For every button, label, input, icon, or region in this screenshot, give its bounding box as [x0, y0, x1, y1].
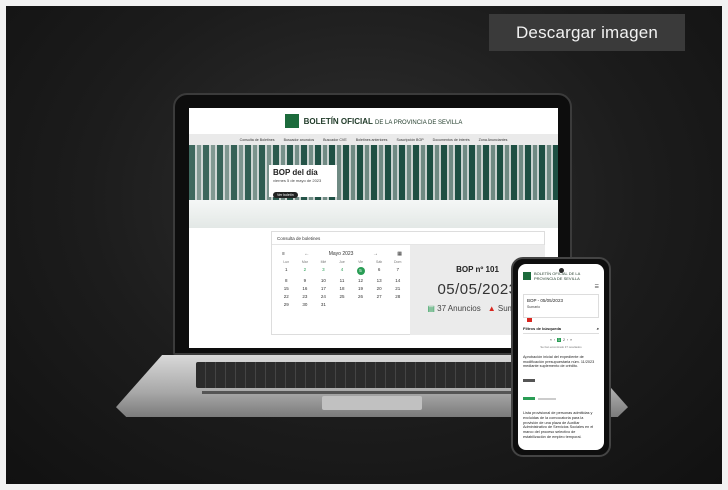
nav-item-documentos[interactable]: Documentos de interés — [433, 138, 470, 142]
calendar-day[interactable]: 16 — [296, 286, 315, 291]
tag — [523, 397, 535, 401]
calendar-day[interactable]: 9 — [296, 278, 315, 283]
day-name: Dom — [394, 260, 402, 264]
nav-item-buscador-anuncios[interactable]: Buscador anuncios — [284, 138, 315, 142]
calendar-day[interactable]: 13 — [370, 278, 389, 283]
calendar-month: Mayo 2023 — [328, 250, 354, 257]
download-image-button[interactable]: Descargar imagen — [489, 14, 685, 51]
calendar-day[interactable]: 10 — [314, 278, 333, 283]
phone-pdf-icon[interactable] — [527, 318, 532, 322]
day-name: Vie — [358, 260, 364, 264]
next-month-icon[interactable]: → — [373, 251, 378, 257]
prev-month-icon[interactable]: ← — [304, 251, 309, 257]
phone-result-item[interactable]: Lista provisional de personas admitidas … — [523, 411, 599, 450]
calendar-day[interactable]: 20 — [370, 286, 389, 291]
next-page-icon[interactable]: › — [567, 338, 568, 342]
document-icon: ▤ — [427, 304, 435, 313]
bop-del-dia-card: BOP del día viernes 5 de mayo de 2023 Ve… — [269, 165, 337, 198]
site-logo-icon — [284, 114, 299, 128]
calendar-day[interactable]: 18 — [333, 286, 352, 291]
site-nav: Consulta de Boletines Buscador anuncios … — [189, 134, 558, 145]
ver-boletin-button[interactable]: Ver boletín — [273, 192, 298, 198]
menu-icon[interactable]: ≡ — [282, 251, 285, 257]
camera-icon — [559, 268, 564, 273]
phone-pagination: « ‹ 1 2 › » — [518, 338, 604, 342]
calendar-day[interactable]: 22 — [277, 294, 296, 299]
phone-bop-box: BOP - 05/05/2023 Sumario — [523, 294, 599, 322]
search-icon: ⌕ — [596, 326, 599, 331]
trackpad — [322, 396, 422, 410]
hero-banner: BOP del día viernes 5 de mayo de 2023 Ve… — [189, 145, 558, 228]
calendar-day[interactable]: 30 — [296, 302, 315, 307]
phone-logo-icon — [523, 272, 531, 280]
calendar-day[interactable]: 31 — [314, 302, 333, 307]
calendar-day[interactable]: 3 — [314, 267, 333, 275]
site-header: BOLETÍN OFICIAL DE LA PROVINCIA DE SEVIL… — [189, 108, 558, 134]
phone-filters-heading[interactable]: Filtros de búsqueda ⌕ — [523, 326, 599, 334]
day-name: Lun — [283, 260, 290, 264]
keyboard — [196, 362, 548, 388]
day-name: Jue — [339, 260, 345, 264]
phone-results-count: Se han encontrado 37 resultados — [540, 345, 582, 349]
nav-item-consulta[interactable]: Consulta de Boletines — [240, 138, 275, 142]
hero-heading: BOP del día — [273, 168, 318, 177]
day-name: Mar — [301, 260, 308, 264]
calendar-day[interactable]: 7 — [388, 267, 407, 275]
phone-bop-label: BOP - 05/05/2023 — [527, 298, 563, 303]
calendar: ≡ ← Mayo 2023 → ▦ Lun Mar Mié Jue Vie Sá… — [277, 249, 407, 308]
calendar-day[interactable]: 6 — [370, 267, 389, 275]
hero-date: viernes 5 de mayo de 2023 — [273, 178, 322, 183]
site-title: BOLETÍN OFICIAL DE LA PROVINCIA DE SEVIL… — [303, 116, 463, 126]
calendar-day[interactable]: 8 — [277, 278, 296, 283]
nav-item-buscador-cve[interactable]: Buscador CVE — [323, 138, 347, 142]
phone-sumario-label: Sumario — [527, 305, 541, 309]
calendar-day[interactable]: 14 — [388, 278, 407, 283]
calendar-day[interactable]: 29 — [277, 302, 296, 307]
consulta-boletines-panel: Consulta de boletines ≡ ← Mayo 2023 → ▦ … — [271, 231, 545, 335]
calendar-day[interactable]: 19 — [351, 286, 370, 291]
calendar-grid-icon[interactable]: ▦ — [397, 251, 402, 257]
calendar-day[interactable]: 17 — [314, 286, 333, 291]
calendar-day[interactable]: 26 — [351, 294, 370, 299]
nav-item-anunciantes[interactable]: Zona Anunciantes — [479, 138, 508, 142]
calendar-day[interactable]: 27 — [370, 294, 389, 299]
calendar-day[interactable]: 12 — [351, 278, 370, 283]
phone-result-item[interactable]: Aprobación inicial del expediente de mod… — [523, 355, 599, 405]
calendar-day[interactable]: 4 — [333, 267, 352, 275]
nav-item-boletines-anteriores[interactable]: Boletines anteriores — [356, 138, 388, 142]
calendar-day[interactable]: 28 — [388, 294, 407, 299]
consulta-title: Consulta de boletines — [272, 232, 544, 245]
calendar-header: ≡ ← Mayo 2023 → ▦ — [277, 249, 407, 258]
meta-line — [538, 398, 556, 401]
product-showcase-image: Descargar imagen BOLETÍN OFICIAL DE LA P… — [6, 6, 722, 484]
laptop-screen: BOLETÍN OFICIAL DE LA PROVINCIA DE SEVIL… — [189, 108, 558, 348]
anuncios-link[interactable]: ▤ 37 Anuncios — [427, 304, 480, 313]
pdf-icon: ▲ — [487, 304, 496, 313]
phone-site-title: BOLETÍN OFICIAL DE LA PROVINCIA DE SEVIL… — [534, 271, 581, 281]
calendar-day[interactable]: 25 — [333, 294, 352, 299]
hamburger-menu-icon[interactable]: ☰ — [595, 284, 599, 290]
tag — [523, 379, 535, 383]
last-page-icon[interactable]: » — [570, 338, 572, 342]
page-2[interactable]: 2 — [563, 338, 565, 342]
calendar-day-selected[interactable]: 5 — [356, 267, 365, 275]
smartphone: BOLETÍN OFICIAL DE LA PROVINCIA DE SEVIL… — [511, 257, 611, 457]
calendar-day[interactable]: 2 — [296, 267, 315, 275]
keyboard-row — [202, 391, 542, 394]
first-page-icon[interactable]: « — [550, 338, 552, 342]
calendar-day[interactable]: 15 — [277, 286, 296, 291]
calendar-day[interactable]: 24 — [314, 294, 333, 299]
calendar-day[interactable]: 23 — [296, 294, 315, 299]
prev-page-icon[interactable]: ‹ — [554, 338, 555, 342]
day-name: Mié — [320, 260, 327, 264]
calendar-day[interactable]: 11 — [333, 278, 352, 283]
calendar-day[interactable]: 21 — [388, 286, 407, 291]
calendar-grid: Lun Mar Mié Jue Vie Sáb Dom 1 2 3 4 5 6 … — [277, 260, 407, 307]
nav-item-suscripcion[interactable]: Suscripción BOP — [396, 138, 423, 142]
day-name: Sáb — [376, 260, 383, 264]
calendar-day[interactable]: 1 — [277, 267, 296, 275]
page-1[interactable]: 1 — [557, 338, 561, 342]
phone-screen: BOLETÍN OFICIAL DE LA PROVINCIA DE SEVIL… — [518, 264, 604, 450]
